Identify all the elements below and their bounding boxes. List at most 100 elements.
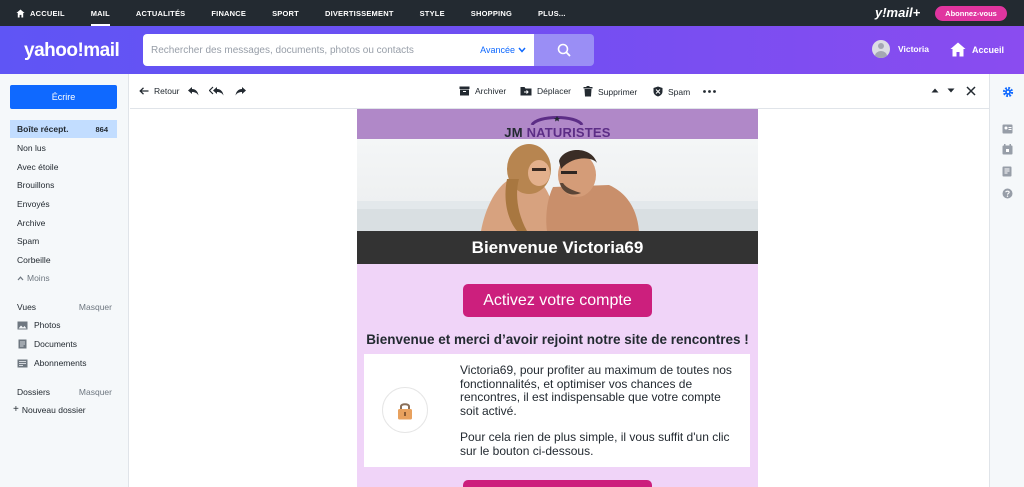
shield-icon xyxy=(653,86,663,97)
sidebar-item-photos[interactable]: Photos xyxy=(17,320,60,330)
lock-badge xyxy=(382,387,428,433)
right-rail xyxy=(989,74,1024,487)
ymail-plus-logo[interactable]: y!mail+ xyxy=(875,5,920,20)
home-button[interactable]: Accueil xyxy=(950,42,1004,57)
move-button[interactable]: Déplacer xyxy=(520,86,571,96)
move-label: Déplacer xyxy=(537,86,572,96)
spam-button[interactable]: Spam xyxy=(653,86,690,97)
show-less-label: Moins xyxy=(27,273,50,283)
delete-button[interactable]: Supprimer xyxy=(583,86,637,97)
folders-title: Dossiers xyxy=(17,387,51,397)
sidebar-item-label: Non lus xyxy=(17,143,46,153)
nav-item-plus[interactable]: PLUS... xyxy=(538,0,566,26)
archive-button[interactable]: Archiver xyxy=(459,86,506,96)
search-placeholder: Rechercher des messages, documents, phot… xyxy=(151,44,414,56)
views-hide-link[interactable]: Masquer xyxy=(79,302,112,312)
sidebar-item-documents[interactable]: Documents xyxy=(17,339,77,349)
sidebar-item-trash[interactable]: Corbeille xyxy=(10,251,117,269)
activation-paragraph-2: Pour cela rien de plus simple, il vous s… xyxy=(460,430,730,458)
previous-message-button[interactable] xyxy=(931,88,939,93)
sidebar-item-label: Boîte récept. xyxy=(17,124,69,134)
sidebar-item-unread[interactable]: Non lus xyxy=(10,139,117,157)
next-message-button[interactable] xyxy=(947,88,955,93)
subscribe-button[interactable]: Abonnez-vous xyxy=(935,6,1007,21)
views-section-header: Vues Masquer xyxy=(17,302,112,312)
sidebar-item-label: Photos xyxy=(34,320,61,330)
user-profile[interactable]: Victoria xyxy=(872,40,929,58)
search-button[interactable] xyxy=(534,34,594,66)
show-less-toggle[interactable]: Moins xyxy=(17,273,50,283)
subscription-icon xyxy=(17,359,28,368)
nav-item-style[interactable]: STYLE xyxy=(420,0,445,26)
email-body: JM NATURISTES Bienvenue Victoria69 Activ… xyxy=(357,109,758,487)
sidebar-item-subscriptions[interactable]: Abonnements xyxy=(17,358,86,368)
search-icon xyxy=(557,43,571,57)
calendar-button[interactable] xyxy=(1002,142,1013,160)
gear-icon xyxy=(1002,86,1014,98)
archive-icon xyxy=(459,86,470,96)
sidebar-item-label: Corbeille xyxy=(17,255,51,265)
nav-item-sport[interactable]: SPORT xyxy=(272,0,299,26)
reply-all-button[interactable] xyxy=(209,86,224,96)
folders-hide-link[interactable]: Masquer xyxy=(79,387,112,397)
nav-item-label: SHOPPING xyxy=(470,8,512,18)
advanced-search-label: Avancée xyxy=(480,45,515,55)
caret-up-icon xyxy=(931,88,939,93)
nav-item-label: ACCUEIL xyxy=(30,8,65,18)
activate-account-button[interactable]: Activez votre compte xyxy=(463,284,652,317)
spam-label: Spam xyxy=(668,86,691,97)
nav-item-finance[interactable]: FINANCE xyxy=(211,0,246,26)
brand-name-part1: JM xyxy=(504,125,527,140)
nav-item-mail[interactable]: MAIL xyxy=(90,0,111,26)
sidebar-item-drafts[interactable]: Brouillons xyxy=(10,176,117,194)
nav-item-shopping[interactable]: SHOPPING xyxy=(471,0,512,26)
advanced-search-toggle[interactable]: Avancée xyxy=(480,45,534,55)
mail-header: yahoo!mail Rechercher des messages, docu… xyxy=(0,26,1024,74)
notepad-button[interactable] xyxy=(1002,164,1012,182)
sidebar-item-label: Documents xyxy=(34,339,77,349)
forward-icon xyxy=(235,87,246,96)
folders-section-header: Dossiers Masquer xyxy=(17,387,112,397)
nav-item-actualites[interactable]: ACTUALITÉS xyxy=(136,0,186,26)
arrow-left-icon xyxy=(139,87,149,95)
activation-paragraph-1: Victoria69, pour profiter au maximum de … xyxy=(460,363,732,418)
reply-button[interactable] xyxy=(187,86,199,96)
more-options-button[interactable] xyxy=(703,90,716,93)
photo-icon xyxy=(17,321,28,329)
forward-button[interactable] xyxy=(235,86,247,96)
archive-label: Archiver xyxy=(475,86,507,96)
activate-account-button-bottom[interactable] xyxy=(463,480,652,487)
sidebar-item-sent[interactable]: Envoyés xyxy=(10,195,117,213)
nav-item-label: MAIL xyxy=(90,8,110,18)
home-icon xyxy=(16,8,25,18)
settings-button[interactable] xyxy=(1002,85,1014,103)
calendar-icon xyxy=(1002,144,1013,155)
nav-item-accueil[interactable]: ACCUEIL xyxy=(16,0,65,26)
unread-count-badge: 864 xyxy=(95,124,108,134)
lock-icon xyxy=(398,402,412,419)
back-button[interactable]: Retour xyxy=(139,86,180,96)
yahoo-mail-logo[interactable]: yahoo!mail xyxy=(24,40,120,62)
sidebar-item-archive[interactable]: Archive xyxy=(10,214,117,232)
close-message-button[interactable] xyxy=(966,86,976,96)
home-label: Accueil xyxy=(972,44,1005,55)
help-button[interactable] xyxy=(1002,186,1013,204)
new-folder-button[interactable]: + Nouveau dossier xyxy=(13,405,86,416)
couple-image xyxy=(357,144,758,231)
message-toolbar: Retour Archiver Déplacer Supprimer Spam xyxy=(130,74,989,109)
back-label: Retour xyxy=(154,86,180,96)
sidebar-item-starred[interactable]: Avec étoile xyxy=(10,158,117,176)
arch-logo-icon xyxy=(530,116,584,125)
nav-item-divertissement[interactable]: DIVERTISSEMENT xyxy=(325,0,394,26)
activation-info-card: Victoria69, pour profiter au maximum de … xyxy=(364,354,750,467)
welcome-banner: Bienvenue Victoria69 xyxy=(357,231,758,264)
welcome-message: Bienvenue et merci d’avoir rejoint notre… xyxy=(366,332,749,347)
chevron-down-icon xyxy=(518,47,526,53)
sidebar-item-inbox[interactable]: Boîte récept. 864 xyxy=(10,120,117,138)
avatar xyxy=(872,40,890,58)
top-navigation: ACCUEIL MAIL ACTUALITÉS FINANCE SPORT DI… xyxy=(0,0,1024,26)
contacts-button[interactable] xyxy=(1002,121,1013,139)
compose-button[interactable]: Écrire xyxy=(10,85,117,109)
sidebar-item-spam[interactable]: Spam xyxy=(10,232,117,250)
search-input[interactable]: Rechercher des messages, documents, phot… xyxy=(143,34,534,66)
